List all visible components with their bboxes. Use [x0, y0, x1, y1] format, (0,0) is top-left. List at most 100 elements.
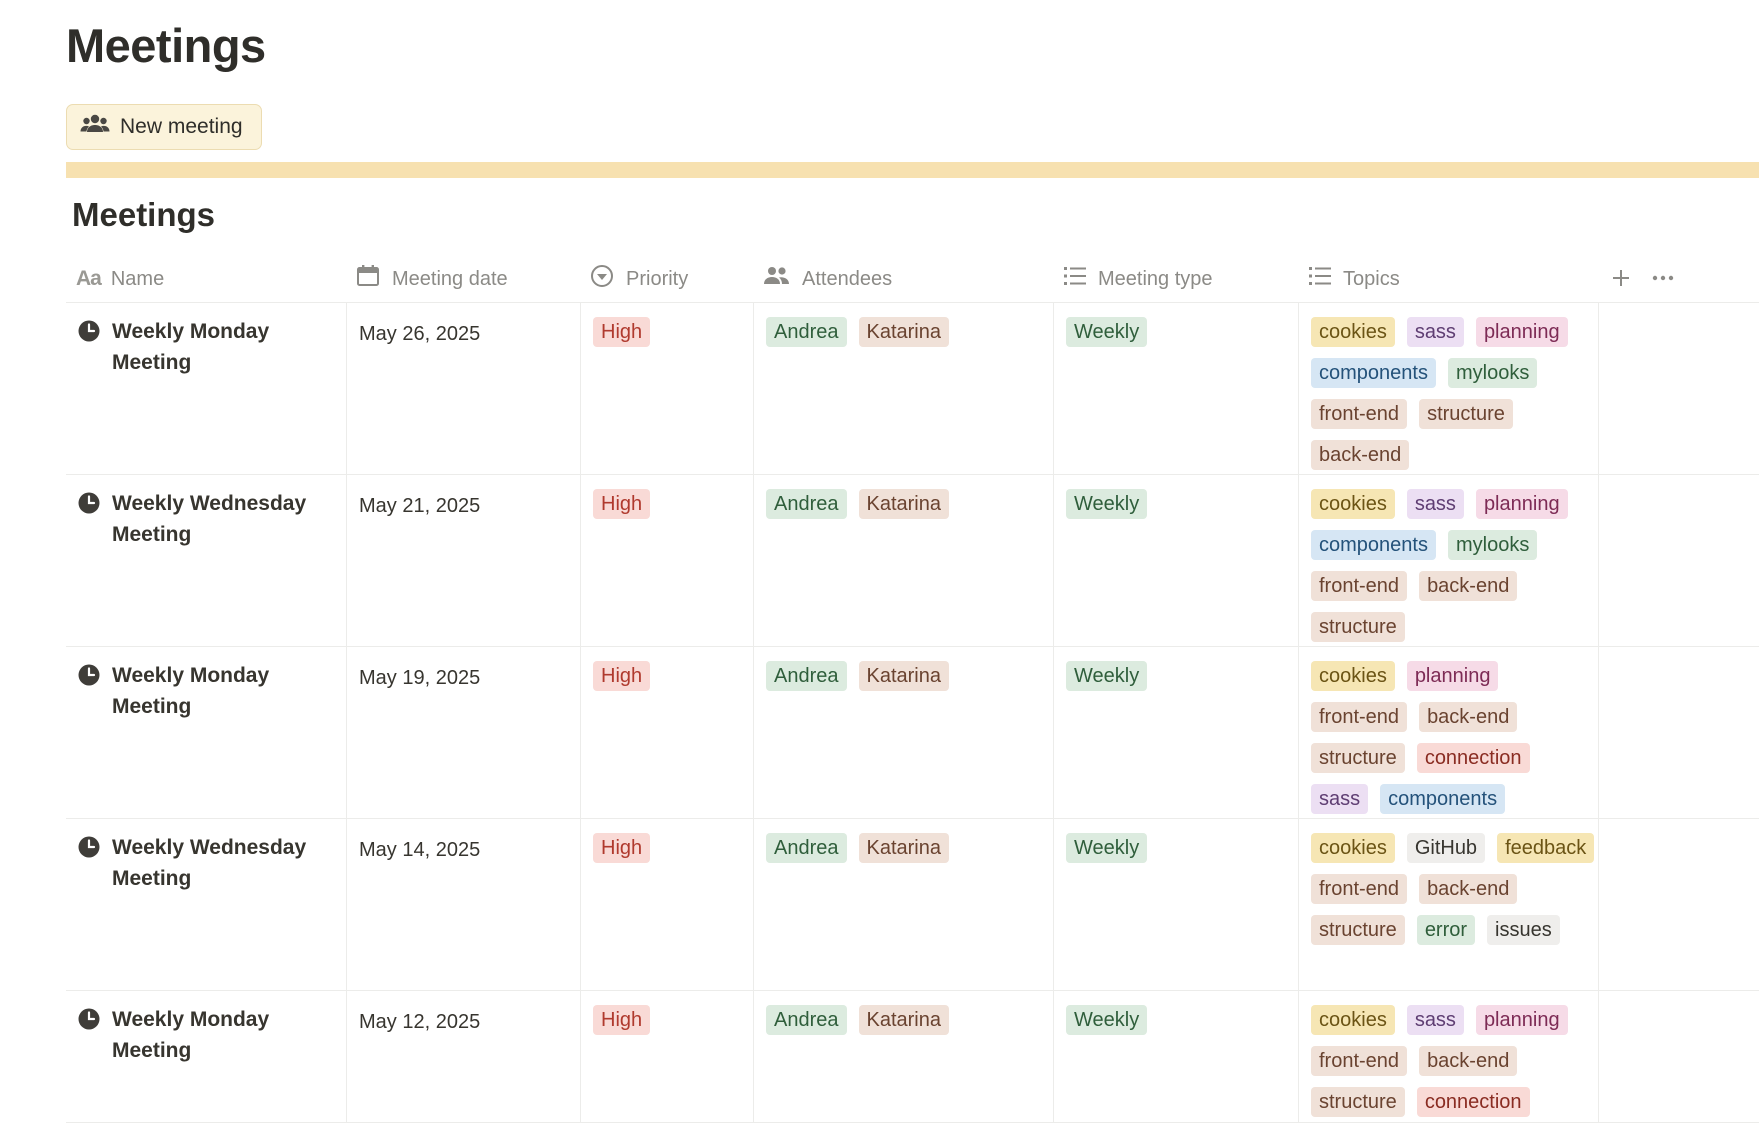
meeting-date[interactable]: May 19, 2025 — [347, 647, 581, 818]
calendar-icon — [356, 265, 392, 293]
priority-tag[interactable]: High — [593, 661, 651, 691]
column-header-type[interactable]: Meeting type — [1064, 256, 1213, 302]
topic-tag[interactable]: issues — [1487, 915, 1560, 945]
topic-tag[interactable]: front-end — [1311, 571, 1408, 601]
priority-cell[interactable]: High — [581, 991, 754, 1122]
meeting-type-tag[interactable]: Weekly — [1066, 1005, 1148, 1035]
topic-tag[interactable]: structure — [1419, 399, 1513, 429]
priority-cell[interactable]: High — [581, 647, 754, 818]
topic-tag[interactable]: cookies — [1311, 661, 1395, 691]
new-meeting-button[interactable]: New meeting — [66, 104, 262, 150]
topic-tag[interactable]: error — [1416, 915, 1476, 945]
meeting-type-tag[interactable]: Weekly — [1066, 489, 1148, 519]
priority-tag[interactable]: High — [593, 489, 651, 519]
meeting-type-tag[interactable]: Weekly — [1066, 661, 1148, 691]
attendees-cell[interactable]: Andrea Katarina — [754, 475, 1054, 646]
meeting-type-cell[interactable]: Weekly — [1054, 647, 1299, 818]
topic-tag[interactable]: front-end — [1311, 874, 1408, 904]
attendee-tag[interactable]: Andrea — [766, 489, 847, 519]
column-header-attendees[interactable]: Attendees — [764, 256, 892, 302]
topic-tag[interactable]: connection — [1416, 743, 1530, 773]
topic-tag[interactable]: back-end — [1419, 702, 1518, 732]
attendees-cell[interactable]: Andrea Katarina — [754, 647, 1054, 818]
topic-tag[interactable]: GitHub — [1406, 833, 1486, 863]
priority-cell[interactable]: High — [581, 475, 754, 646]
topics-cell[interactable]: cookies sass planning components mylooks fron… — [1299, 475, 1599, 646]
meeting-name-link[interactable]: Weekly Monday Meeting — [78, 661, 346, 722]
attendees-cell[interactable]: Andrea Katarina — [754, 819, 1054, 990]
topic-tag[interactable]: components — [1311, 358, 1436, 388]
meeting-type-cell[interactable]: Weekly — [1054, 991, 1299, 1122]
attendees-cell[interactable]: Andrea Katarina — [754, 991, 1054, 1122]
topic-tag[interactable]: planning — [1475, 1005, 1568, 1035]
more-options-button[interactable] — [1652, 256, 1674, 302]
topic-tag[interactable]: front-end — [1311, 702, 1408, 732]
multi-select-icon — [1064, 266, 1098, 292]
topics-cell[interactable]: cookies sass planning front-end back-end stru… — [1299, 991, 1599, 1122]
topic-tag[interactable]: components — [1311, 530, 1436, 560]
topic-tag[interactable]: structure — [1311, 1087, 1405, 1117]
meeting-type-cell[interactable]: Weekly — [1054, 819, 1299, 990]
topics-cell[interactable]: cookies planning front-end back-end structur… — [1299, 647, 1599, 818]
topic-tag[interactable]: back-end — [1311, 440, 1410, 470]
meeting-type-cell[interactable]: Weekly — [1054, 303, 1299, 474]
priority-cell[interactable]: High — [581, 303, 754, 474]
attendee-tag[interactable]: Katarina — [858, 1005, 949, 1035]
attendee-tag[interactable]: Katarina — [858, 317, 949, 347]
topic-tag[interactable]: planning — [1406, 661, 1499, 691]
meeting-type-tag[interactable]: Weekly — [1066, 317, 1148, 347]
meeting-type-cell[interactable]: Weekly — [1054, 475, 1299, 646]
add-property-button[interactable] — [1611, 256, 1631, 302]
topic-tag[interactable]: components — [1380, 784, 1506, 814]
meeting-date[interactable]: May 21, 2025 — [347, 475, 581, 646]
topic-tag[interactable]: front-end — [1311, 399, 1408, 429]
topic-tag[interactable]: mylooks — [1447, 530, 1538, 560]
topic-tag[interactable]: sass — [1406, 317, 1464, 347]
topics-cell[interactable]: cookies GitHub feedback front-end back-end st… — [1299, 819, 1599, 990]
attendees-cell[interactable]: Andrea Katarina — [754, 303, 1054, 474]
topic-tag[interactable]: structure — [1311, 743, 1405, 773]
topic-tag[interactable]: mylooks — [1447, 358, 1538, 388]
column-header-priority[interactable]: Priority — [590, 256, 688, 302]
priority-tag[interactable]: High — [593, 317, 651, 347]
attendee-tag[interactable]: Katarina — [858, 661, 949, 691]
attendee-tag[interactable]: Andrea — [766, 317, 847, 347]
meeting-name-link[interactable]: Weekly Monday Meeting — [78, 1005, 346, 1066]
attendee-tag[interactable]: Katarina — [858, 833, 949, 863]
topic-tag[interactable]: connection — [1416, 1087, 1530, 1117]
priority-cell[interactable]: High — [581, 819, 754, 990]
column-header-name[interactable]: Aa Name — [76, 256, 164, 302]
priority-tag[interactable]: High — [593, 833, 651, 863]
meeting-type-tag[interactable]: Weekly — [1066, 833, 1148, 863]
meeting-date[interactable]: May 26, 2025 — [347, 303, 581, 474]
topics-cell[interactable]: cookies sass planning components mylooks fron… — [1299, 303, 1599, 474]
topic-tag[interactable]: structure — [1311, 915, 1405, 945]
topic-tag[interactable]: back-end — [1419, 1046, 1518, 1076]
column-header-topics[interactable]: Topics — [1309, 256, 1400, 302]
topic-tag[interactable]: cookies — [1311, 1005, 1395, 1035]
attendee-tag[interactable]: Andrea — [766, 661, 847, 691]
attendee-tag[interactable]: Andrea — [766, 1005, 847, 1035]
meeting-date[interactable]: May 12, 2025 — [347, 991, 581, 1122]
topic-tag[interactable]: planning — [1475, 489, 1568, 519]
meeting-name-link[interactable]: Weekly Monday Meeting — [78, 317, 346, 378]
topic-tag[interactable]: back-end — [1419, 571, 1518, 601]
topic-tag[interactable]: structure — [1311, 612, 1405, 642]
attendee-tag[interactable]: Andrea — [766, 833, 847, 863]
topic-tag[interactable]: sass — [1406, 1005, 1464, 1035]
column-header-date[interactable]: Meeting date — [356, 256, 508, 302]
topic-tag[interactable]: planning — [1475, 317, 1568, 347]
attendee-tag[interactable]: Katarina — [858, 489, 949, 519]
topic-tag[interactable]: cookies — [1311, 833, 1395, 863]
topic-tag[interactable]: back-end — [1419, 874, 1518, 904]
topic-tag[interactable]: cookies — [1311, 489, 1395, 519]
meeting-name-link[interactable]: Weekly Wednesday Meeting — [78, 833, 346, 894]
meeting-date[interactable]: May 14, 2025 — [347, 819, 581, 990]
topic-tag[interactable]: front-end — [1311, 1046, 1408, 1076]
priority-tag[interactable]: High — [593, 1005, 651, 1035]
meeting-name-link[interactable]: Weekly Wednesday Meeting — [78, 489, 346, 550]
topic-tag[interactable]: cookies — [1311, 317, 1395, 347]
topic-tag[interactable]: feedback — [1497, 833, 1595, 863]
topic-tag[interactable]: sass — [1311, 784, 1369, 814]
topic-tag[interactable]: sass — [1406, 489, 1464, 519]
